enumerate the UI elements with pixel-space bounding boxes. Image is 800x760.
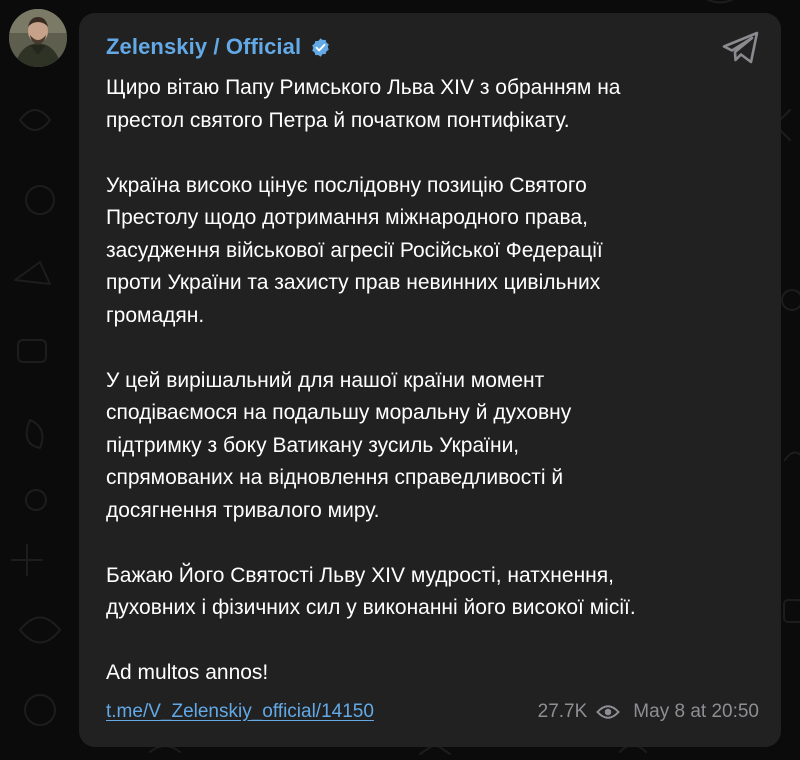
post-message: Щиро вітаю Папу Римського Льва XIV з обр… — [106, 72, 766, 690]
chat-screen: Zelenskiy / Official Щиро вітаю Папу Рим… — [0, 0, 800, 760]
post-link[interactable]: t.me/V_Zelenskiy_official/14150 — [106, 701, 374, 723]
post-paragraph: Щиро вітаю Папу Римського Льва XIV з обр… — [106, 76, 621, 132]
verified-badge-icon — [312, 37, 329, 57]
post-paragraph: Ad multos annos! — [106, 661, 269, 684]
eye-icon — [596, 705, 621, 719]
channel-avatar[interactable] — [9, 9, 67, 67]
telegram-share-icon[interactable] — [721, 29, 761, 67]
post-paragraph: У цей вирішальний для нашої країни момен… — [106, 368, 572, 522]
post-meta: 27.7K May 8 at 20:50 — [538, 701, 759, 723]
view-count: 27.7K — [537, 701, 588, 722]
channel-post-bubble: Zelenskiy / Official Щиро вітаю Папу Рим… — [79, 13, 781, 747]
avatar-portrait-icon — [9, 9, 67, 67]
post-header: Zelenskiy / Official — [106, 34, 331, 60]
post-paragraph: Бажаю Його Святості Льву XIV мудрості, н… — [106, 563, 636, 620]
post-paragraph: Україна високо цінує послідовну позицію … — [106, 173, 603, 327]
channel-name[interactable]: Zelenskiy / Official — [106, 34, 301, 60]
post-timestamp: May 8 at 20:50 — [633, 701, 759, 722]
